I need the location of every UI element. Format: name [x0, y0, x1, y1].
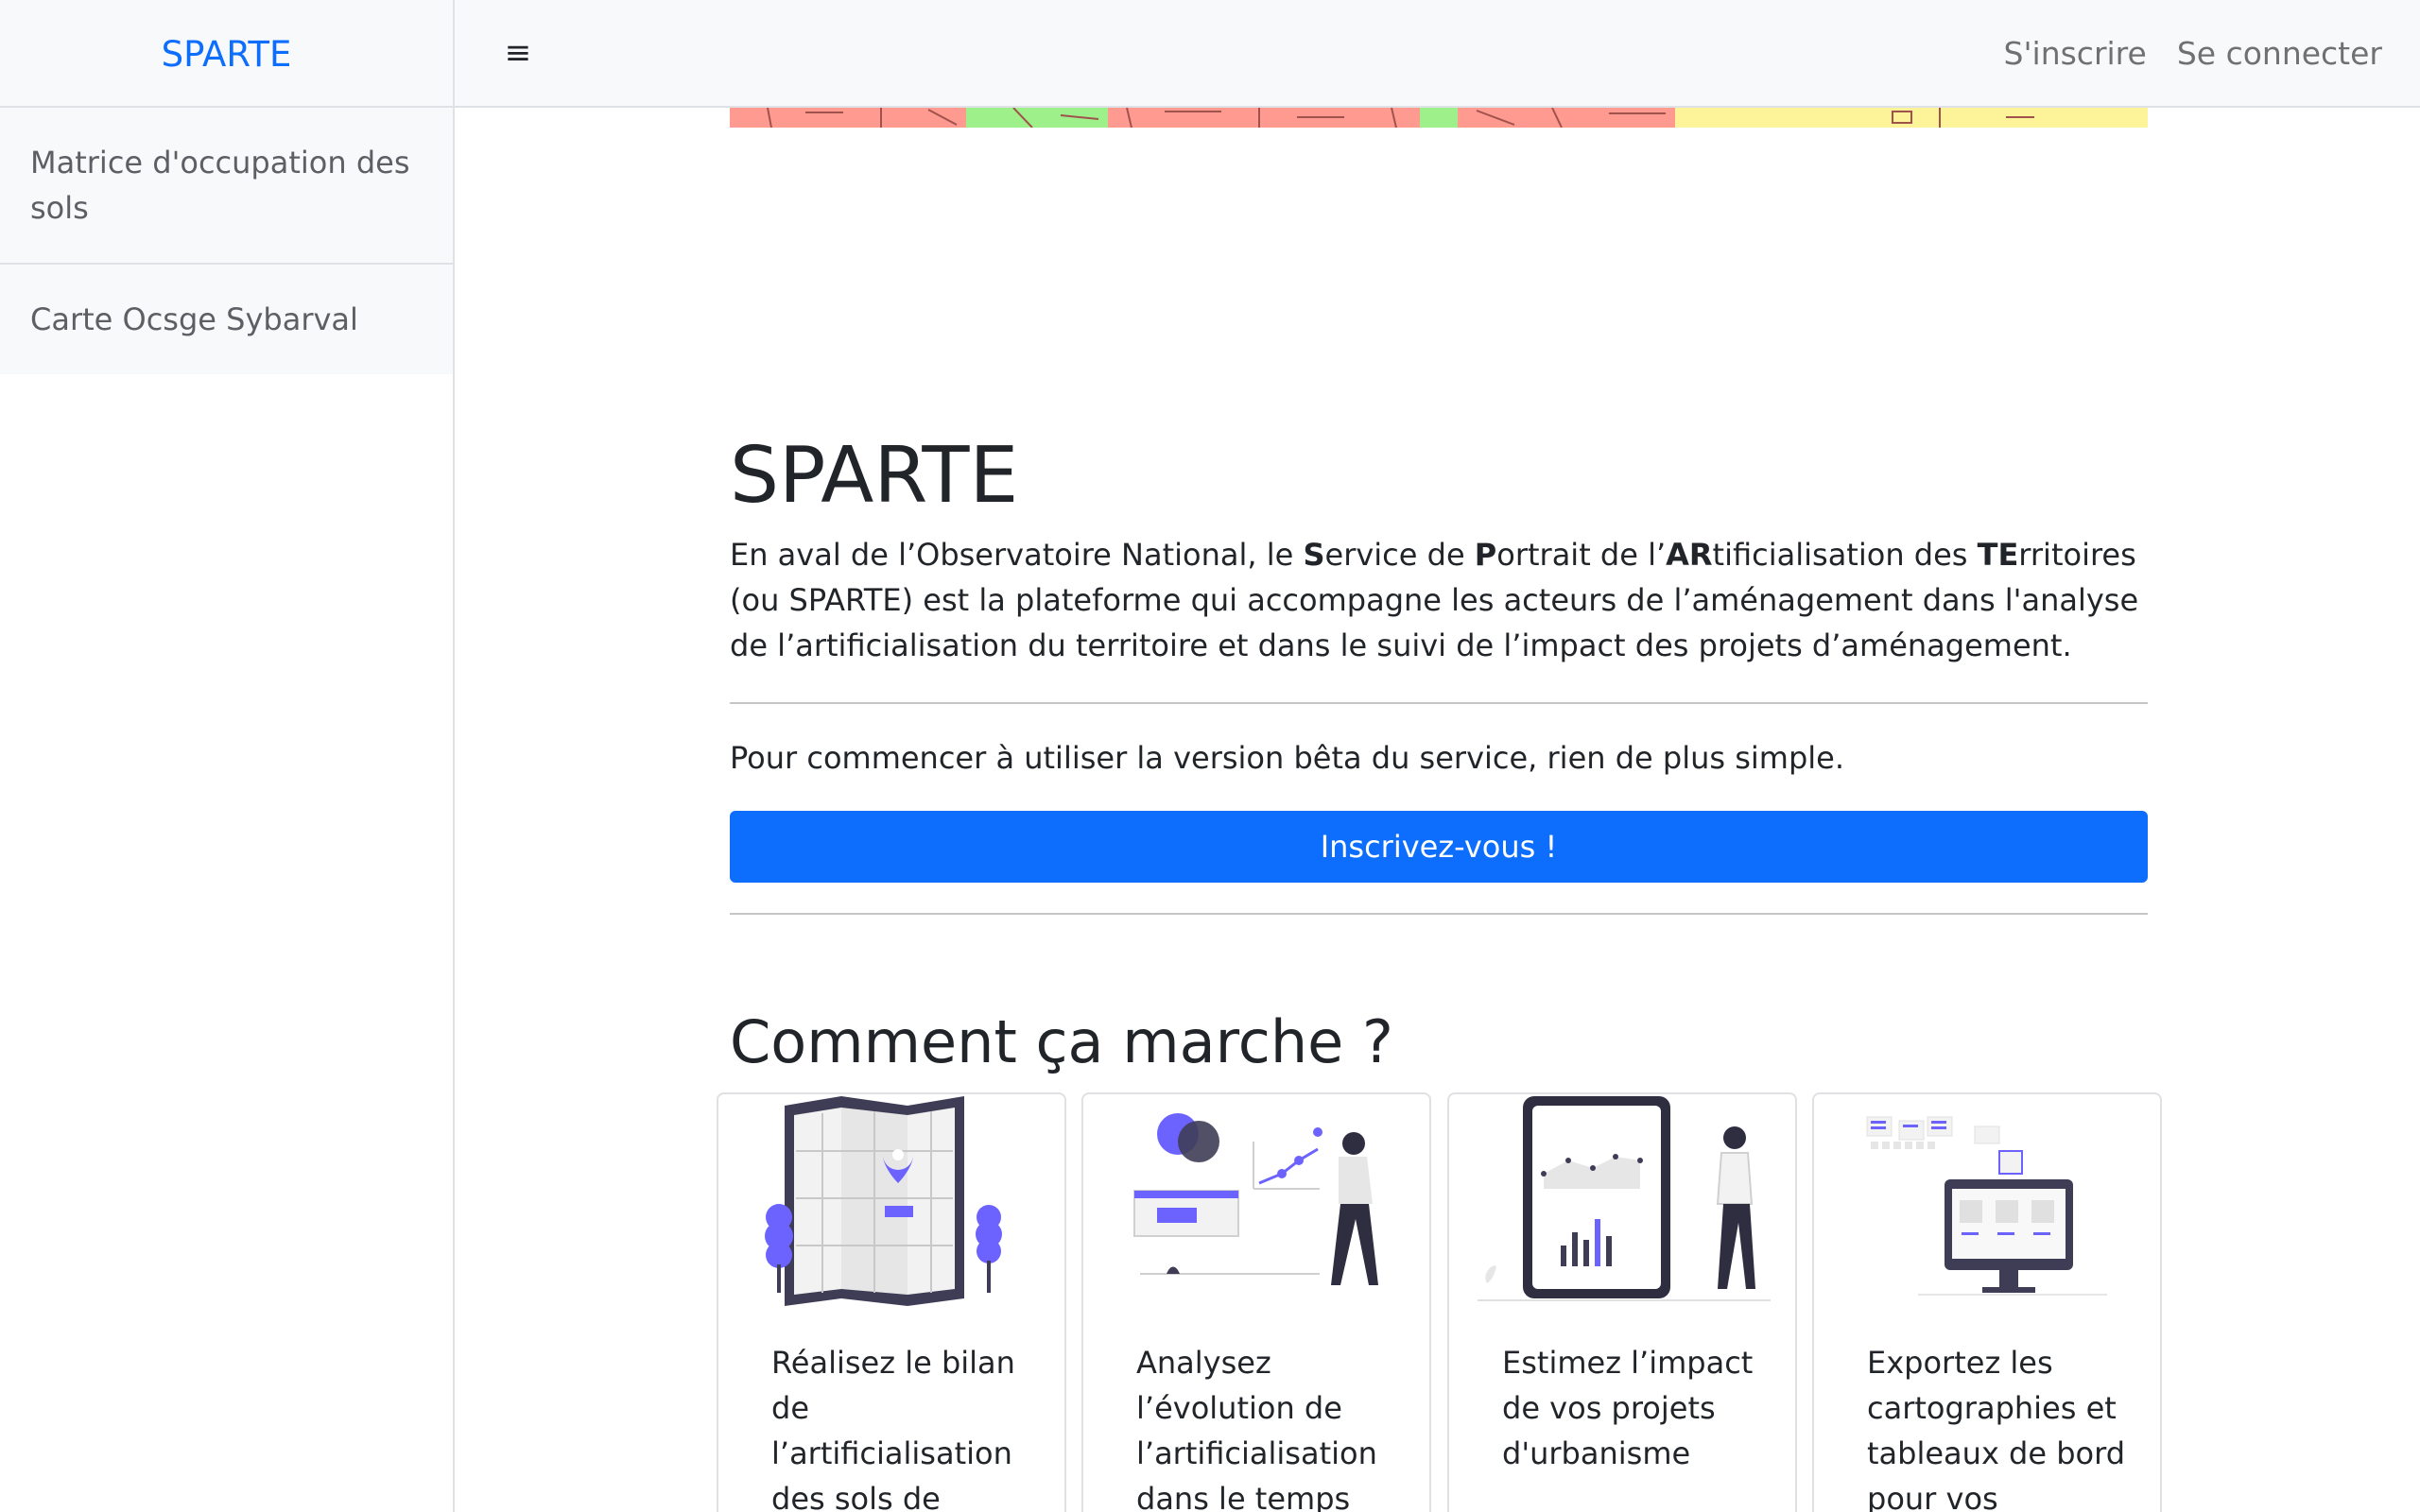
analytics-person-illustration: [1133, 1113, 1378, 1285]
divider: [730, 702, 2148, 704]
acronym-letter: S: [1303, 537, 1325, 573]
how-it-works-title: Comment ça marche ?: [730, 1007, 1393, 1076]
intro-text-segment: ortrait de l’: [1496, 537, 1667, 573]
sidebar-item-matrice[interactable]: Matrice d'occupation des sols: [0, 108, 453, 265]
intro-text-segment: tificialisation des: [1712, 537, 1978, 573]
feature-card: Exportez les cartographies et tableaux d…: [1812, 1092, 2162, 1512]
feature-card-text: Réalisez le bilan de l’artificialisation…: [771, 1345, 1015, 1512]
navbar-links: S'inscrire Se connecter: [2004, 0, 2383, 106]
feature-card-text: Analysez l’évolution de l’artificialisat…: [1136, 1345, 1377, 1512]
start-text: Pour commencer à utiliser la version bêt…: [730, 740, 1844, 776]
brand-link[interactable]: SPARTE: [162, 34, 292, 75]
intro-text-segment: ervice de: [1324, 537, 1475, 573]
sidebar: Matrice d'occupation des sols Carte Ocsg…: [0, 108, 455, 1512]
sidebar-item-carte-ocsge[interactable]: Carte Ocsge Sybarval: [0, 265, 453, 374]
divider: [730, 913, 2148, 915]
map-strip: [730, 108, 2148, 128]
intro-paragraph: En aval de l’Observatoire National, le S…: [730, 532, 2157, 668]
tablet-chart-illustration: [1478, 1096, 1771, 1301]
main-content: SPARTE En aval de l’Observatoire Nationa…: [457, 108, 2420, 1512]
signup-link[interactable]: S'inscrire: [2004, 35, 2147, 72]
feature-card: Réalisez le bilan de l’artificialisation…: [717, 1092, 1066, 1512]
feature-card-text: Estimez l’impact de vos projets d'urbani…: [1502, 1345, 1754, 1471]
feature-card: Estimez l’impact de vos projets d'urbani…: [1447, 1092, 1797, 1512]
acronym-letter: P: [1474, 537, 1497, 573]
intro-text-segment: En aval de l’Observatoire National, le: [730, 537, 1304, 573]
page-title: SPARTE: [730, 431, 1019, 521]
login-link[interactable]: Se connecter: [2177, 35, 2382, 72]
land-use-map-image: [730, 108, 2148, 128]
hamburger-menu-icon[interactable]: ≡: [492, 26, 544, 79]
map-pin-illustration: [765, 1096, 1002, 1306]
feature-cards: Réalisez le bilan de l’artificialisation…: [717, 1092, 2163, 1512]
acronym-letter: TE: [1977, 537, 2019, 573]
acronym-letter: AR: [1666, 537, 1713, 573]
monitor-export-illustration: [1866, 1116, 2107, 1296]
signup-cta-button[interactable]: Inscrivez-vous !: [730, 811, 2148, 883]
brand-cell: SPARTE: [0, 0, 455, 108]
feature-card-text: Exportez les cartographies et tableaux d…: [1867, 1345, 2126, 1512]
top-navbar: SPARTE ≡ S'inscrire Se connecter: [0, 0, 2420, 108]
feature-card: Analysez l’évolution de l’artificialisat…: [1081, 1092, 1431, 1512]
